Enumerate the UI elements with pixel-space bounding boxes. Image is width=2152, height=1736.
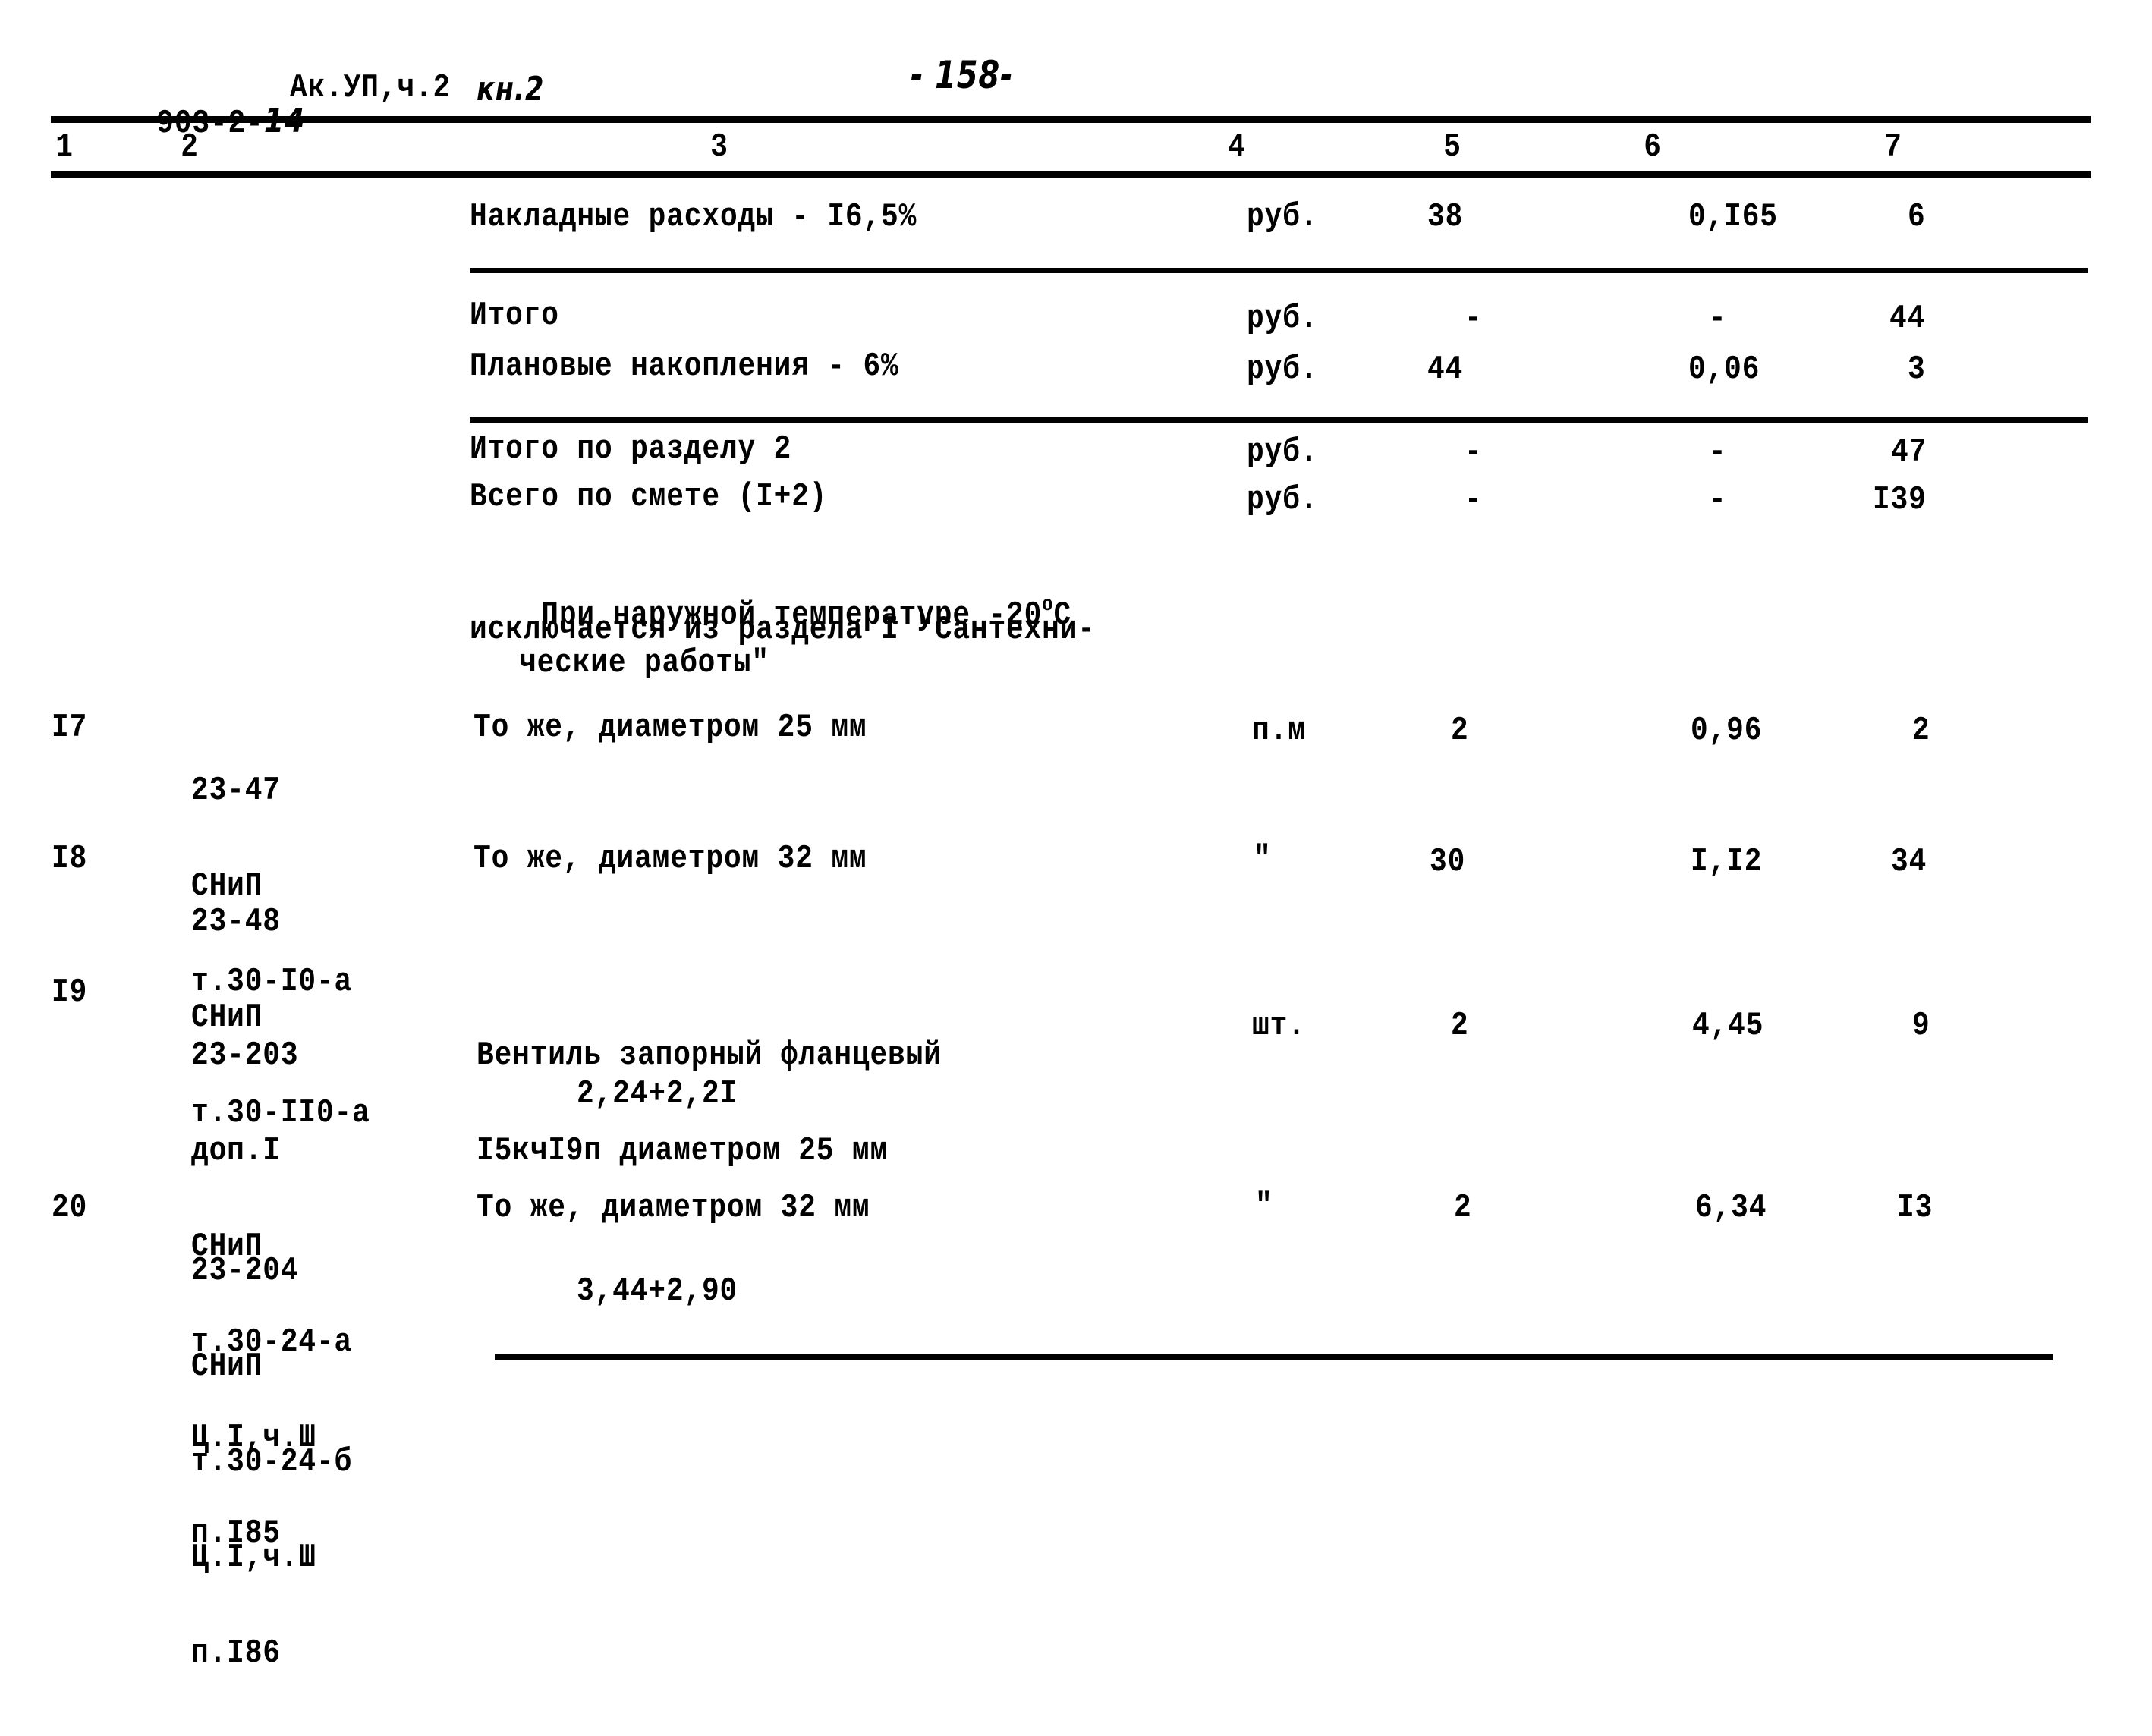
summary-name: Накладные расходы - I6,5% (470, 198, 917, 236)
column-number-2: 2 (181, 128, 199, 166)
table-top-rule (51, 116, 2091, 123)
summary-qty: - (1465, 433, 1483, 471)
code-line: доп.I (191, 1132, 281, 1170)
column-number-1: 1 (55, 128, 74, 166)
item-number: I7 (52, 709, 88, 747)
item-qty: 2 (1451, 712, 1469, 750)
code-line: Ц.I,ч.Ш (191, 1539, 316, 1577)
temperature-note-line-3: ческие работы" (519, 644, 769, 682)
summary-price: 0,I65 (1688, 198, 1778, 236)
code-line: 23-48 (191, 903, 281, 941)
summary-qty: 38 (1427, 198, 1464, 236)
code-line: СНиП (191, 1348, 263, 1385)
summary-qty: 44 (1427, 351, 1464, 388)
item-total: 9 (1912, 1007, 1930, 1045)
item-name: То же, диаметром 32 мм (477, 1189, 870, 1227)
item-total: I3 (1897, 1189, 1933, 1227)
summary-price: - (1709, 481, 1727, 519)
summary-price: - (1709, 433, 1727, 471)
summary-divider (470, 268, 2088, 273)
temperature-note-line-2: исключается из раздела I "Сантехни- (470, 611, 1096, 649)
item-calculation: 3,44+2,90 (577, 1272, 738, 1310)
item-qty: 30 (1430, 843, 1466, 881)
item-name: То же, диаметром 32 мм (474, 840, 867, 878)
code-line: п.I86 (191, 1634, 281, 1672)
column-number-3: 3 (710, 128, 728, 166)
item-unit: " (1255, 1187, 1273, 1225)
item-calculation: 2,24+2,2I (577, 1075, 738, 1113)
table-bottom-rule (495, 1354, 2053, 1360)
summary-divider (470, 417, 2088, 423)
item-total: 2 (1912, 712, 1930, 750)
code-line: 23-204 (191, 1252, 299, 1290)
summary-price: - (1709, 300, 1727, 338)
column-number-4: 4 (1228, 128, 1246, 166)
album-reference: Ак.УП,ч.2 (290, 69, 451, 107)
code-line: 23-203 (191, 1036, 299, 1074)
summary-qty: - (1465, 300, 1483, 338)
summary-unit: руб. (1247, 351, 1319, 388)
summary-total: 44 (1889, 300, 1926, 338)
item-number: I8 (52, 840, 88, 878)
item-total: 34 (1891, 843, 1927, 881)
item-price: I,I2 (1691, 843, 1763, 881)
summary-qty: - (1465, 481, 1483, 519)
code-line: 23-47 (191, 772, 281, 810)
name-line: Вентиль запорный фланцевый (477, 1036, 942, 1074)
summary-unit: руб. (1247, 300, 1319, 338)
header-bottom-rule (51, 171, 2091, 178)
item-price: 4,45 (1692, 1007, 1764, 1045)
item-unit: п.м (1252, 712, 1306, 750)
item-price: 6,34 (1695, 1189, 1767, 1227)
estimate-page: 903-2-14 Ак.УП,ч.2 кн.2 - 158- 1 2 3 4 5… (0, 0, 2152, 1670)
page-number: - 158- (911, 53, 1014, 97)
summary-unit: руб. (1247, 481, 1319, 519)
item-number: I9 (52, 973, 88, 1011)
summary-name: Итого (470, 297, 559, 335)
summary-total: I39 (1873, 481, 1927, 519)
item-qty: 2 (1454, 1189, 1472, 1227)
item-unit: " (1254, 840, 1272, 878)
book-number-handwritten: кн.2 (477, 70, 545, 108)
item-name: То же, диаметром 25 мм (474, 709, 867, 747)
summary-total: 3 (1908, 351, 1926, 388)
column-number-7: 7 (1884, 128, 1902, 166)
summary-unit: руб. (1247, 433, 1319, 471)
item-unit: шт. (1252, 1007, 1306, 1045)
summary-unit: руб. (1247, 198, 1319, 236)
summary-total: 6 (1908, 198, 1926, 236)
column-number-6: 6 (1644, 128, 1662, 166)
item-qty: 2 (1451, 1007, 1469, 1045)
name-line: I5кчI9п диаметром 25 мм (477, 1132, 889, 1170)
summary-price: 0,06 (1688, 351, 1760, 388)
column-number-5: 5 (1443, 128, 1461, 166)
item-code: 23-204 СНиП т.30-24-б Ц.I,ч.Ш п.I86 (191, 1191, 352, 1733)
item-price: 0,96 (1691, 712, 1763, 750)
summary-name: Всего по смете (I+2) (470, 478, 828, 516)
code-line: т.30-24-б (191, 1443, 353, 1481)
summary-name: Плановые накопления - 6% (470, 348, 899, 385)
item-number: 20 (52, 1189, 88, 1227)
summary-total: 47 (1891, 433, 1927, 471)
document-code-typed: 903-2- (156, 105, 264, 143)
summary-name: Итого по разделу 2 (470, 430, 792, 468)
